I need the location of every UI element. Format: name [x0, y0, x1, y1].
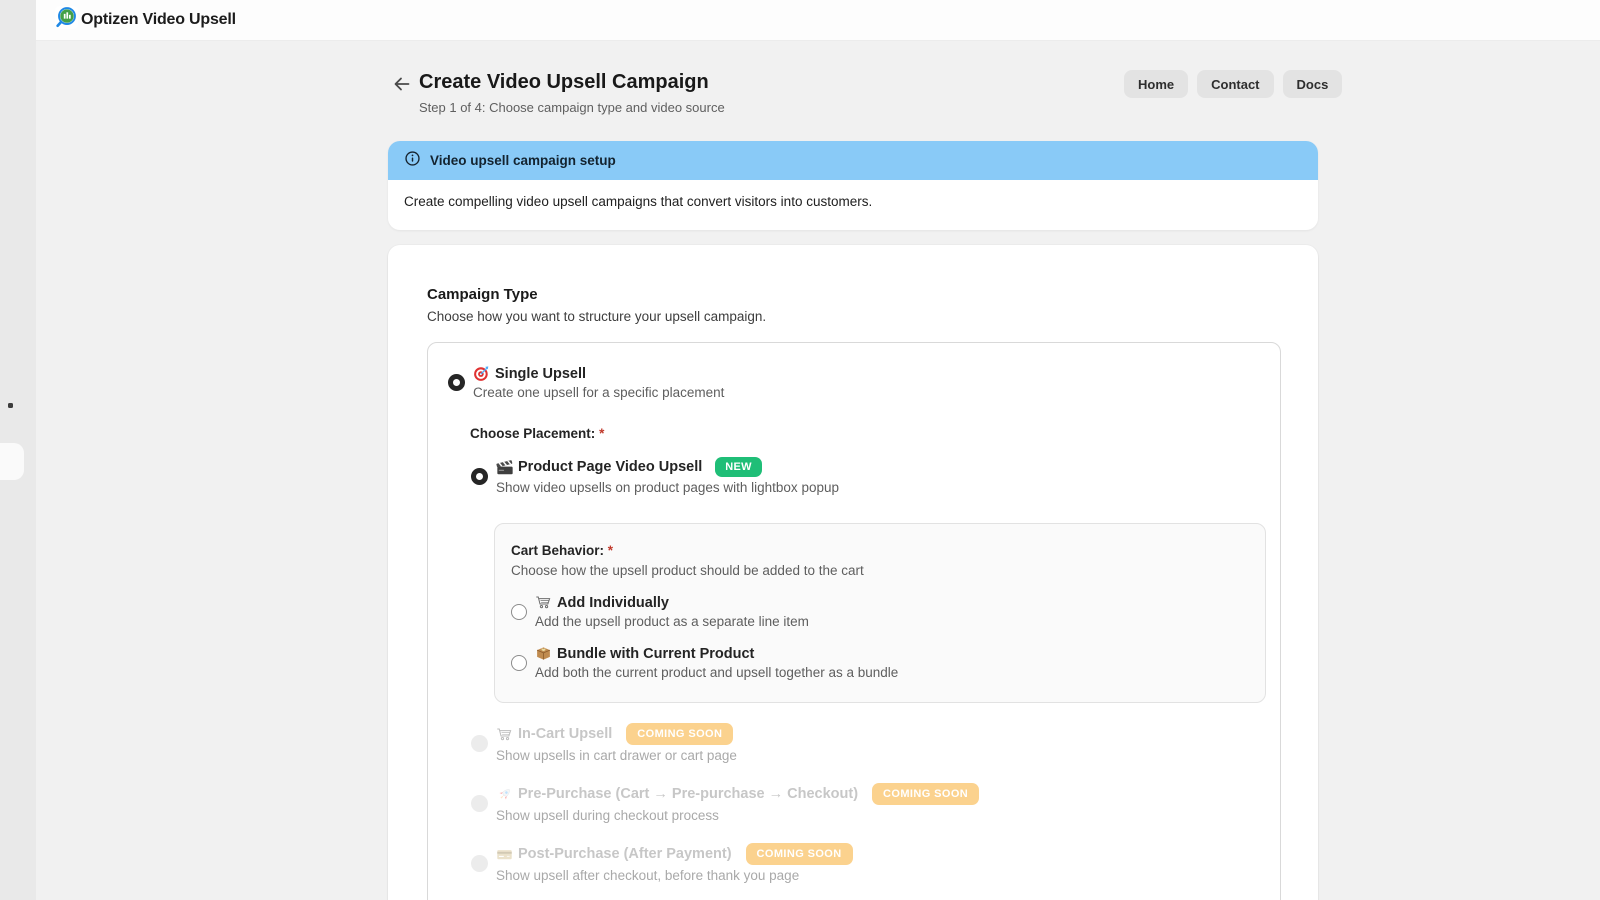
single-upsell-radio[interactable]	[448, 374, 465, 391]
info-banner-header: Video upsell campaign setup	[388, 141, 1318, 180]
info-banner: Video upsell campaign setup Create compe…	[388, 141, 1318, 230]
cart-behavior-label: Cart Behavior: *	[511, 543, 1249, 558]
add-individually-label[interactable]: Add Individually	[557, 595, 669, 611]
product-page-radio[interactable]	[471, 468, 488, 485]
single-upsell-description: Create one upsell for a specific placeme…	[473, 385, 724, 400]
card-title: Campaign Type	[427, 286, 1281, 303]
cart-option-bundle[interactable]: Bundle with Current Product Add both the…	[511, 645, 1249, 680]
new-badge: NEW	[715, 457, 762, 477]
product-page-label[interactable]: Product Page Video Upsell	[518, 459, 702, 475]
coming-soon-badge: COMING SOON	[872, 783, 979, 805]
target-icon	[473, 365, 490, 382]
placement-option-post-purchase: Post-Purchase (After Payment) COMING SOO…	[471, 843, 1260, 883]
credit-card-icon	[496, 846, 513, 863]
cart-behavior-subtitle: Choose how the upsell product should be …	[511, 563, 1249, 578]
pre-purchase-radio	[471, 795, 488, 812]
cart-behavior-box: Cart Behavior: * Choose how the upsell p…	[494, 523, 1266, 703]
cart-icon	[535, 594, 552, 611]
bundle-radio[interactable]	[511, 655, 527, 671]
product-page-description: Show video upsells on product pages with…	[496, 480, 839, 495]
single-upsell-option[interactable]: Single Upsell Create one upsell for a sp…	[448, 365, 1260, 400]
card-subtitle: Choose how you want to structure your up…	[427, 309, 1281, 324]
add-individually-description: Add the upsell product as a separate lin…	[535, 614, 809, 629]
app-title: Optizen Video Upsell	[81, 11, 236, 29]
package-icon	[535, 645, 552, 662]
page-title: Create Video Upsell Campaign	[419, 71, 709, 94]
pre-purchase-description: Show upsell during checkout process	[496, 808, 979, 823]
clapperboard-icon	[496, 459, 513, 476]
page-subtitle: Step 1 of 4: Choose campaign type and vi…	[419, 100, 725, 115]
nav-buttons: Home Contact Docs	[1124, 70, 1342, 98]
campaign-type-card: Campaign Type Choose how you want to str…	[388, 245, 1318, 900]
cart-icon	[496, 726, 513, 743]
nav-contact-button[interactable]: Contact	[1197, 70, 1273, 98]
back-arrow-icon	[392, 74, 412, 97]
in-cart-description: Show upsells in cart drawer or cart page	[496, 748, 737, 763]
add-individually-radio[interactable]	[511, 604, 527, 620]
post-purchase-description: Show upsell after checkout, before thank…	[496, 868, 853, 883]
single-upsell-label[interactable]: Single Upsell	[495, 366, 586, 382]
rocket-icon	[496, 786, 513, 803]
placement-option-in-cart: In-Cart Upsell COMING SOON Show upsells …	[471, 723, 1260, 763]
pre-purchase-label: Pre-Purchase (Cart → Pre-purchase → Chec…	[518, 786, 858, 802]
back-button[interactable]	[391, 74, 413, 96]
rail-dot	[8, 403, 13, 408]
rail-collapse-tab[interactable]	[0, 443, 24, 480]
placement-option-product-page[interactable]: Product Page Video Upsell NEW Show video…	[471, 457, 1260, 495]
nav-home-button[interactable]: Home	[1124, 70, 1188, 98]
required-mark: *	[608, 543, 613, 558]
magnifier-chart-icon	[55, 6, 78, 34]
post-purchase-radio	[471, 855, 488, 872]
coming-soon-badge: COMING SOON	[626, 723, 733, 745]
in-cart-label: In-Cart Upsell	[518, 726, 612, 742]
banner-title: Video upsell campaign setup	[430, 153, 616, 168]
in-cart-radio	[471, 735, 488, 752]
left-rail	[0, 0, 36, 900]
banner-body-text: Create compelling video upsell campaigns…	[388, 180, 1318, 230]
choose-placement-label: Choose Placement: *	[470, 426, 1260, 441]
bundle-label[interactable]: Bundle with Current Product	[557, 646, 754, 662]
cart-option-add-individually[interactable]: Add Individually Add the upsell product …	[511, 594, 1249, 629]
placement-option-pre-purchase: Pre-Purchase (Cart → Pre-purchase → Chec…	[471, 783, 1260, 823]
bundle-description: Add both the current product and upsell …	[535, 665, 898, 680]
campaign-options-box: Single Upsell Create one upsell for a sp…	[427, 342, 1281, 900]
required-mark: *	[599, 426, 604, 441]
top-bar: Optizen Video Upsell	[36, 0, 1600, 41]
info-icon	[404, 150, 421, 172]
coming-soon-badge: COMING SOON	[746, 843, 853, 865]
nav-docs-button[interactable]: Docs	[1283, 70, 1343, 98]
post-purchase-label: Post-Purchase (After Payment)	[518, 846, 732, 862]
